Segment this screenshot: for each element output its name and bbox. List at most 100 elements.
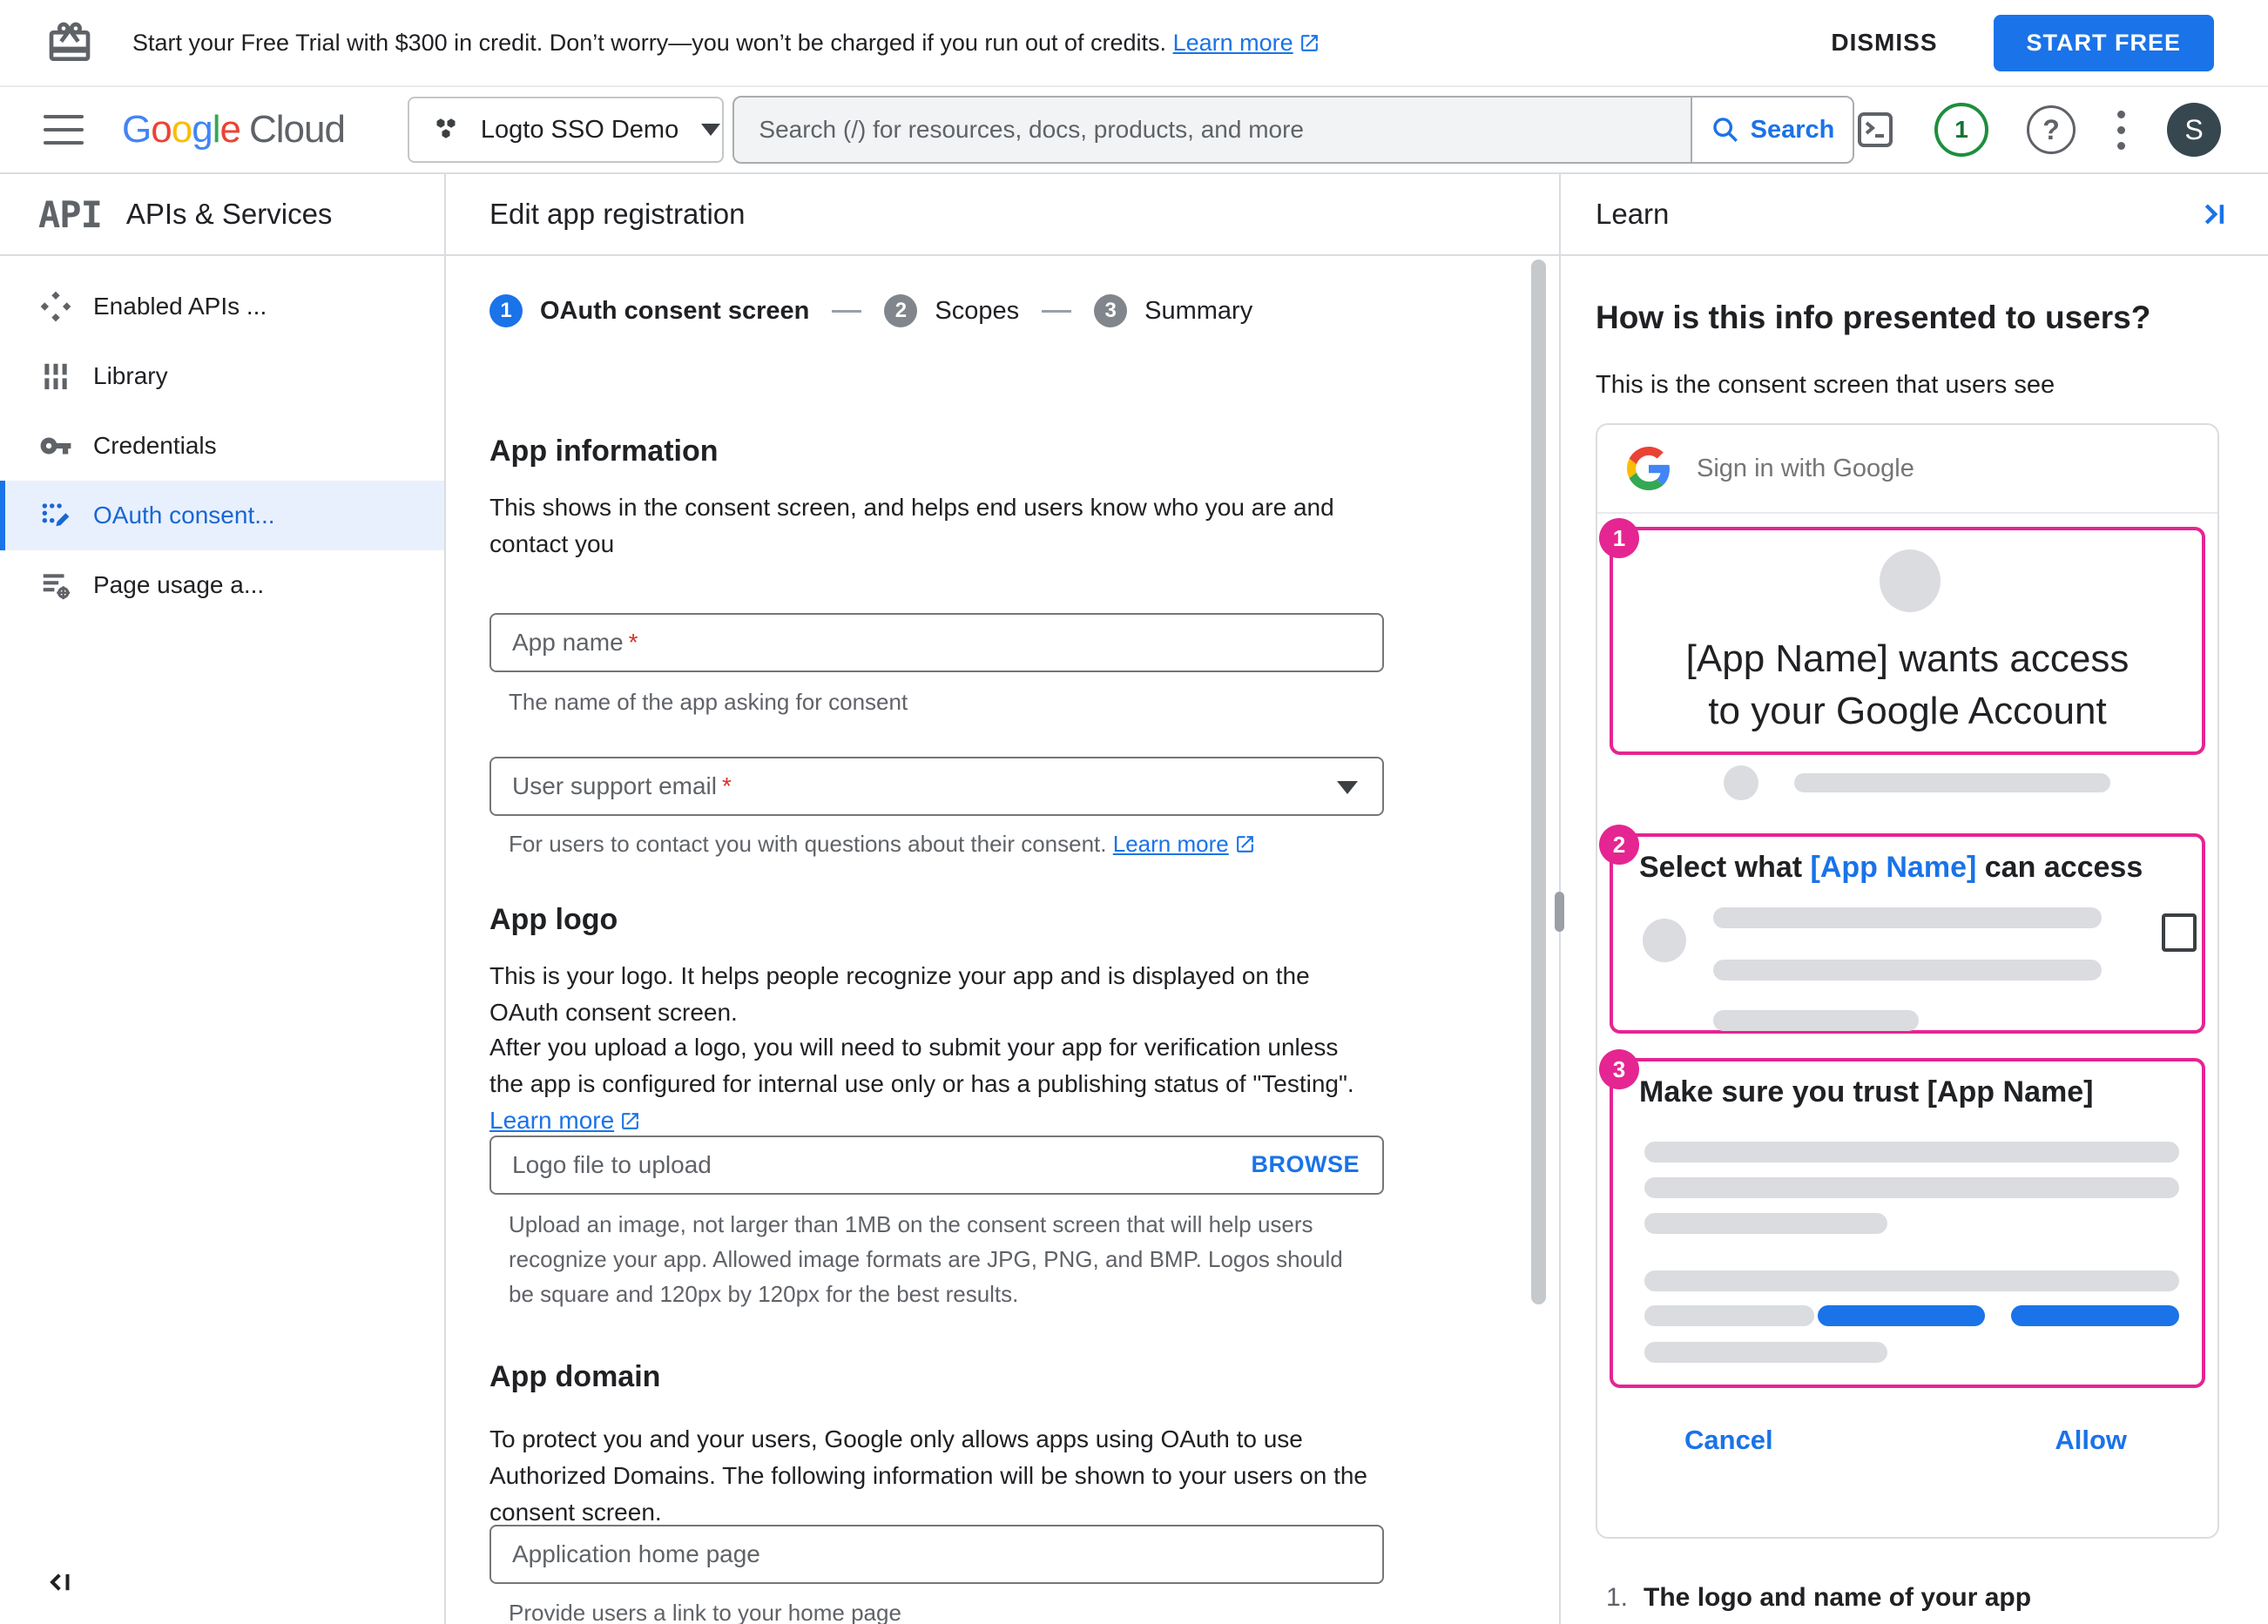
footnote-text: The logo and name of your app — [1644, 1583, 2032, 1612]
trial-days-badge[interactable]: 1 — [1934, 103, 1988, 157]
main-panel: Edit app registration 1 OAuth consent sc… — [446, 174, 1559, 1624]
sidebar-nav: Enabled APIs ... Library Credentials OAu… — [0, 272, 444, 620]
more-options-icon[interactable] — [2114, 107, 2129, 153]
sidebar-item-label: OAuth consent... — [93, 502, 275, 529]
collapse-sidebar-icon[interactable] — [44, 1565, 78, 1600]
external-link-icon — [622, 1113, 639, 1129]
google-cloud-console: Start your Free Trial with $300 in credi… — [0, 0, 2268, 1624]
sidebar-item-label: Library — [93, 362, 168, 389]
scope-line-placeholder — [1713, 1010, 1919, 1031]
step-3-circle[interactable]: 3 — [1094, 294, 1128, 327]
app-bar: Google Cloud Logto SSO Demo Search (/) fo… — [0, 87, 2268, 174]
text-line-placeholder — [1644, 1342, 1887, 1363]
application-home-page-input[interactable]: Application home page — [489, 1525, 1384, 1584]
banner-learn-more-link[interactable]: Learn more — [1173, 30, 1293, 56]
scope-line-placeholder — [1713, 907, 2102, 928]
trust-title-placeholder: Make sure you trust [App Name] — [1639, 1075, 2094, 1108]
email-learn-more-link[interactable]: Learn more — [1113, 831, 1229, 857]
collapse-learn-panel-icon[interactable] — [2195, 197, 2230, 232]
page-usage-icon — [43, 574, 71, 600]
start-free-button[interactable]: START FREE — [1993, 14, 2214, 71]
sidebar-item-oauth-consent[interactable]: OAuth consent... — [0, 481, 444, 550]
app-logo-heading: App logo — [489, 903, 618, 936]
oauth-consent-icon — [42, 503, 70, 527]
library-icon — [44, 363, 67, 390]
learn-header: Learn — [1561, 174, 2268, 256]
sidebar-item-label: Credentials — [93, 432, 217, 459]
page-title: Edit app registration — [489, 198, 746, 230]
search-input[interactable]: Search (/) for resources, docs, products… — [734, 116, 1691, 144]
logo-upload-helper: Upload an image, not larger than 1MB on … — [509, 1211, 1343, 1307]
help-icon[interactable]: ? — [2027, 105, 2076, 154]
account-email-placeholder — [1794, 773, 2110, 792]
main-scrollbar[interactable] — [1531, 259, 1546, 1304]
learn-footnote: 1. The logo and name of your app — [1606, 1583, 2031, 1613]
search-button[interactable]: Search — [1692, 98, 1853, 162]
app-logo-description-2: After you upload a logo, you will need t… — [489, 1034, 1354, 1134]
avatar[interactable]: S — [2167, 103, 2221, 157]
google-logo-word: Google — [122, 108, 241, 151]
enabled-apis-icon — [40, 291, 71, 322]
project-icon — [436, 118, 456, 138]
app-information-heading: App information — [489, 435, 719, 468]
app-logo-learn-more-link[interactable]: Learn more — [489, 1107, 614, 1134]
global-search: Search (/) for resources, docs, products… — [732, 96, 1854, 164]
preview-step3-box: 3 Make sure you trust [App Name] — [1599, 1049, 2205, 1388]
banner-message: Start your Free Trial with $300 in credi… — [132, 30, 1320, 57]
footnote-number: 1. — [1606, 1583, 1629, 1612]
google-cloud-logo[interactable]: Google Cloud — [122, 108, 346, 152]
cloud-logo-word: Cloud — [248, 108, 346, 151]
step-1-circle: 1 — [489, 294, 523, 327]
preview-cancel-button[interactable]: Cancel — [1684, 1425, 1773, 1456]
menu-icon[interactable] — [44, 115, 84, 145]
external-link-icon — [1236, 836, 1253, 852]
sidebar-item-credentials[interactable]: Credentials — [0, 411, 444, 481]
sidebar-title: APIs & Services — [125, 198, 333, 230]
learn-panel: Learn How is this info presented to user… — [1555, 174, 2268, 1624]
free-trial-banner: Start your Free Trial with $300 in credi… — [0, 0, 2268, 87]
app-name-input[interactable]: App name * — [489, 613, 1384, 672]
consent-title-placeholder: [App Name] wants access to your Google A… — [1685, 637, 2130, 732]
appbar-icons: 1 ? S — [1854, 103, 2221, 157]
logo-upload-input[interactable]: Logo file to upload BROWSE — [489, 1135, 1384, 1195]
sidebar: API APIs & Services Enabled APIs ... Lib… — [0, 174, 446, 1624]
sidebar-item-label: Enabled APIs ... — [93, 293, 267, 320]
text-line-placeholder — [1644, 1177, 2179, 1198]
app-information-description: This shows in the consent screen, and he… — [489, 494, 1334, 557]
main-body: 1 OAuth consent screen 2 Scopes 3 Summar… — [446, 256, 1559, 1624]
learn-body: How is this info presented to users? Thi… — [1561, 256, 2268, 1624]
home-page-helper: Provide users a link to your home page — [509, 1600, 901, 1624]
search-icon — [1712, 118, 1738, 142]
preview-allow-button[interactable]: Allow — [2055, 1425, 2127, 1456]
account-avatar-placeholder — [1724, 765, 1758, 800]
learn-title: Learn — [1596, 198, 1670, 230]
step-2-circle[interactable]: 2 — [884, 294, 918, 327]
app-logo-placeholder — [1880, 549, 1941, 612]
step-3-label[interactable]: Summary — [1144, 297, 1252, 326]
consent-preview-card: Sign in with Google 1 [App Name] wants a… — [1596, 423, 2219, 1539]
gift-icon — [49, 22, 91, 62]
dropdown-caret-icon — [1337, 781, 1358, 794]
stepper: 1 OAuth consent screen 2 Scopes 3 Summar… — [489, 294, 1252, 327]
external-link-icon — [1300, 34, 1318, 51]
step-2-label[interactable]: Scopes — [935, 297, 1019, 326]
content: API APIs & Services Enabled APIs ... Lib… — [0, 174, 2268, 1624]
text-line-placeholder — [1644, 1305, 1814, 1326]
app-domain-description: To protect you and your users, Google on… — [489, 1425, 1367, 1526]
user-support-email-select[interactable]: User support email * — [489, 757, 1384, 816]
required-marker: * — [721, 772, 732, 799]
sidebar-item-page-usage[interactable]: Page usage a... — [0, 550, 444, 620]
project-selector[interactable]: Logto SSO Demo — [407, 97, 725, 163]
annotation-badge-3: 3 — [1599, 1049, 1639, 1089]
scope-checkbox[interactable] — [2162, 913, 2197, 952]
cloud-shell-icon[interactable] — [1854, 109, 1896, 151]
dismiss-button[interactable]: DISMISS — [1831, 29, 1937, 57]
signin-with-google-label: Sign in with Google — [1697, 454, 1914, 482]
sidebar-item-library[interactable]: Library — [0, 341, 444, 411]
text-line-placeholder — [1644, 1270, 2179, 1291]
text-line-placeholder — [1644, 1142, 2179, 1162]
browse-button[interactable]: BROWSE — [1252, 1151, 1360, 1178]
main-header: Edit app registration — [446, 174, 1559, 256]
sidebar-item-enabled-apis[interactable]: Enabled APIs ... — [0, 272, 444, 341]
learn-heading: How is this info presented to users? — [1596, 300, 2151, 335]
